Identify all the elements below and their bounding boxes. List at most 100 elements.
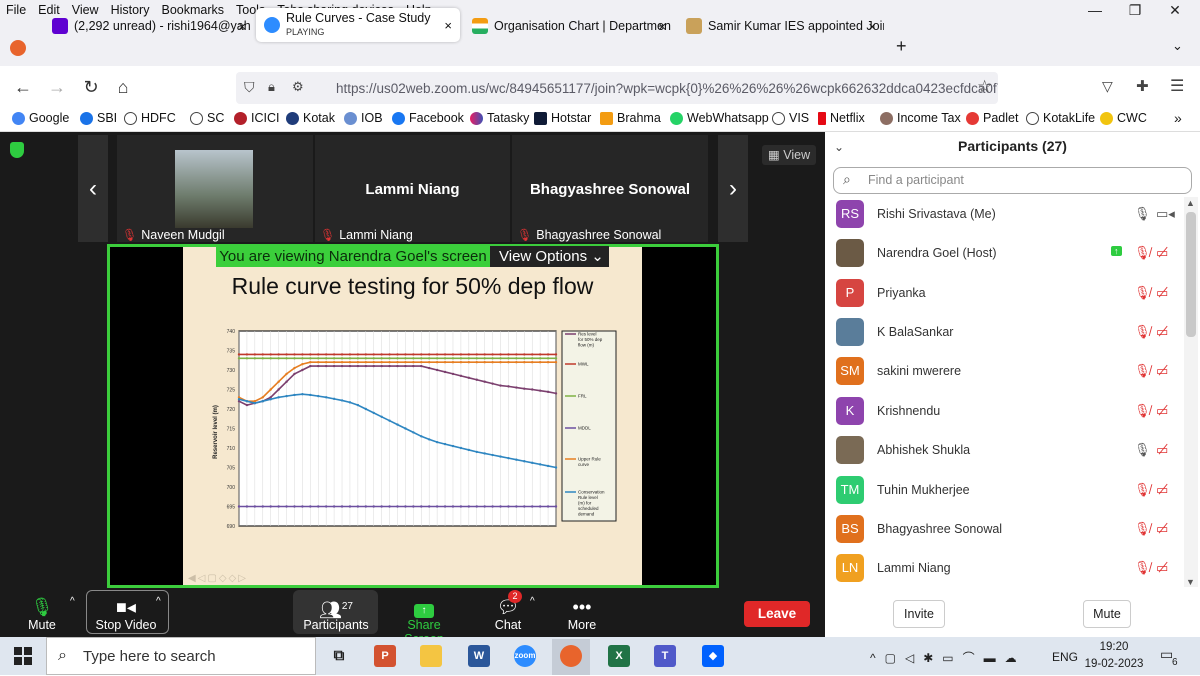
mic-muted-icon[interactable]: 🎙︎̸ [1134,285,1151,301]
video-off-icon[interactable]: ▭̸ [1156,442,1168,458]
bookmark-facebook[interactable]: Facebook [392,111,464,125]
extensions-icon[interactable]: ✚ [1136,77,1149,95]
word-icon[interactable]: W [468,645,490,667]
participant-row[interactable]: RS Rishi Srivastava (Me) [836,195,1181,233]
share-screen-button[interactable]: ↑Share Screen [386,592,462,646]
mic-muted-icon[interactable]: 🎙︎̸ [1134,560,1151,576]
excel-icon[interactable]: X [608,645,630,667]
firefox-icon[interactable] [560,645,582,667]
windows-start-icon[interactable] [14,647,32,665]
tab-close-icon[interactable]: × [658,19,666,34]
bookmark-cwc[interactable]: CWC [1100,111,1147,125]
mic-muted-icon[interactable]: 🎙︎̸ [1134,482,1151,498]
hamburger-menu-icon[interactable]: ☰ [1170,76,1184,96]
participant-row[interactable]: LN Lammi Niang [836,549,1181,587]
prev-gallery-button[interactable]: ‹ [78,135,108,242]
participant-row[interactable]: TM Tuhin Mukherjee [836,471,1181,509]
scroll-down-icon[interactable]: ▼ [1186,577,1195,587]
scroll-up-icon[interactable]: ▲ [1186,198,1195,208]
clock-date[interactable]: 19-02-2023 [1082,658,1146,670]
panel-scrollbar-thumb[interactable] [1186,212,1196,337]
bookmark-income-tax[interactable]: Income Tax [880,111,961,125]
tab-list-chevron-icon[interactable]: ⌄ [1172,38,1183,54]
leave-button[interactable]: Leave [744,601,810,627]
teams-icon[interactable]: T [654,645,676,667]
invite-button[interactable]: Invite [893,600,945,628]
more-button[interactable]: ••• More [562,592,602,637]
menu-file[interactable]: File [0,3,32,17]
bookmark-vis[interactable]: VIS [772,111,809,125]
video-off-icon[interactable]: ▭̸ [1156,403,1168,419]
video-options-chevron-icon[interactable]: ^ [156,596,161,607]
system-tray-icons[interactable]: ^▢◁✱▭⌒▬☁ [870,649,1026,666]
tab-rule-curves[interactable]: Rule Curves - Case Study PLAYING × [256,8,460,42]
bookmark-webwhatsapp[interactable]: WebWhatsapp [670,111,769,125]
tab-close-icon[interactable]: × [444,18,452,33]
video-off-icon[interactable]: ▭̸ [1156,363,1168,379]
taskbar-search-box[interactable]: Type here to search [46,637,316,675]
view-options-button[interactable]: View Options ⌄ [490,246,609,267]
video-icon[interactable]: ▭◂ [1156,206,1175,222]
firefox-view-icon[interactable] [10,40,26,56]
mute-all-button[interactable]: Mute [1083,600,1131,628]
powerpoint-icon[interactable]: P [374,645,396,667]
bookmark-brahma[interactable]: Brahma [600,111,661,125]
lock-icon[interactable]: 🔒︎ [268,79,275,95]
tab-close-icon[interactable]: × [238,19,246,34]
bookmark-kotak[interactable]: Kotak [286,111,335,125]
participant-row[interactable]: Narendra Goel (Host) [836,234,1181,272]
mute-button[interactable]: 🎙︎ Mute [20,592,64,637]
bookmark-padlet[interactable]: Padlet [966,111,1018,125]
slide-nav-icons[interactable]: ◀◁▢◇◇▷ [188,573,248,584]
url-bar[interactable]: https://us02web.zoom.us/wc/84945651177/j… [236,72,998,104]
tab-yahoo-mail[interactable]: (2,292 unread) - rishi1964@yah × [44,8,254,44]
participant-row[interactable]: BS Bhagyashree Sonowal [836,510,1181,548]
video-off-icon[interactable]: ▭̸ [1156,245,1168,261]
dropbox-icon[interactable]: ◆ [702,645,724,667]
video-off-icon[interactable]: ▭̸ [1156,521,1168,537]
bookmark-sbi[interactable]: SBI [80,111,117,125]
tab-close-icon[interactable]: × [868,19,876,34]
permissions-icon[interactable]: ⚙ [292,79,304,95]
video-off-icon[interactable]: ▭̸ [1156,482,1168,498]
mic-muted-icon[interactable]: 🎙︎̸ [1134,403,1151,419]
audio-options-chevron-icon[interactable]: ^ [70,596,75,607]
tab-organisation-chart[interactable]: Organisation Chart | Departmen × [464,8,674,44]
bookmark-google[interactable]: Google [12,111,69,125]
chat-options-chevron-icon[interactable]: ^ [530,596,535,607]
participant-row[interactable]: K BalaSankar [836,313,1181,351]
bookmark-netflix[interactable]: Netflix [818,111,865,125]
video-off-icon[interactable]: ▭̸ [1156,324,1168,340]
close-window-button[interactable]: ✕ [1160,2,1190,20]
participant-row[interactable]: SM sakini mwerere [836,352,1181,390]
reload-button[interactable]: ↻ [80,76,102,98]
mic-muted-icon[interactable]: 🎙︎̸ [1134,245,1151,261]
participant-row[interactable]: K Krishnendu [836,392,1181,430]
find-participant-input[interactable]: Find a participant [833,167,1192,194]
mic-muted-icon[interactable]: 🎙︎̸ [1134,324,1151,340]
more-bookmarks-icon[interactable]: » [1174,110,1182,126]
minimize-button[interactable]: — [1080,2,1110,20]
forward-button[interactable]: → [46,76,68,98]
star-icon[interactable]: ☆ [977,77,992,97]
clock-time[interactable]: 19:20 [1086,641,1142,653]
next-gallery-button[interactable]: › [718,135,748,242]
home-button[interactable]: ⌂ [112,76,134,98]
mic-muted-icon[interactable]: 🎙︎̸ [1134,521,1151,537]
video-off-icon[interactable]: ▭̸ [1156,285,1168,301]
participant-row[interactable]: P Priyanka [836,274,1181,312]
microphone-icon[interactable]: 🎙︎ [1134,442,1151,458]
bookmark-icici[interactable]: ICICI [234,111,279,125]
pocket-icon[interactable]: ▽ [1102,78,1113,95]
zoom-app-icon[interactable]: zoom [514,645,536,667]
tab-samir-kumar[interactable]: Samir Kumar IES appointed Join × [678,8,884,44]
participants-button[interactable]: 👥︎27 Participants [296,592,376,637]
new-tab-button[interactable]: + [896,36,907,57]
mic-muted-icon[interactable]: 🎙︎̸ [1134,363,1151,379]
back-button[interactable]: ← [12,76,34,98]
language-indicator[interactable]: ENG [1052,650,1078,664]
bookmark-kotaklife[interactable]: KotakLife [1026,111,1095,125]
file-explorer-icon[interactable] [420,645,442,667]
security-shield-icon[interactable] [10,142,24,158]
bookmark-tatasky[interactable]: Tatasky [470,111,529,125]
